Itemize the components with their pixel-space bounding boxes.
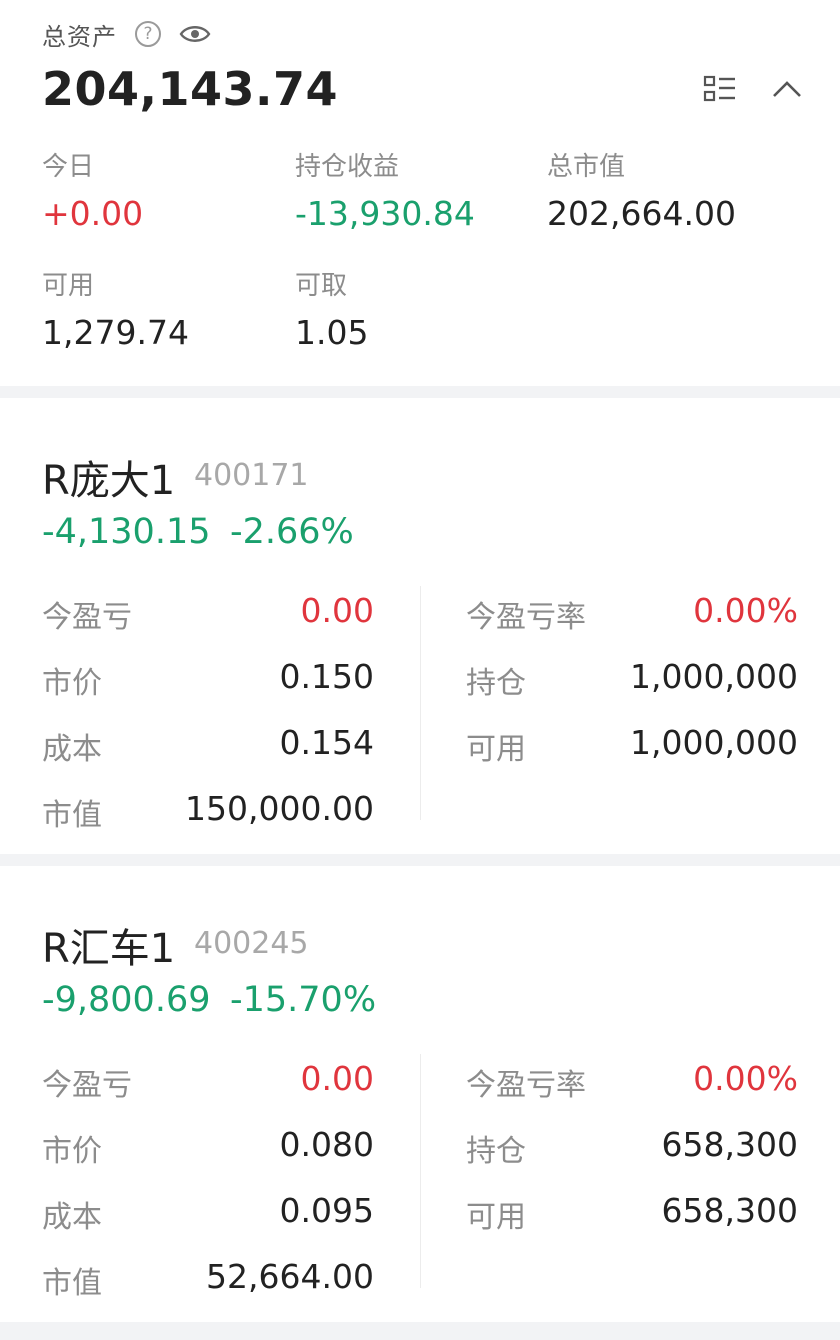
column-divider — [420, 1054, 421, 1288]
list-icon[interactable] — [703, 74, 737, 104]
stock-change: -9,800.69 — [42, 980, 211, 1020]
summary-header: 总资产 ? — [42, 16, 211, 52]
today-pnl-rate-value: 0.00% — [693, 591, 798, 630]
today-pnl-label: 今盈亏 — [42, 1068, 132, 1103]
today-pnl-label: 今盈亏 — [42, 600, 132, 635]
market-value-label: 总市值 — [547, 152, 626, 182]
position-value: 658,300 — [661, 1125, 798, 1164]
stock-change: -4,130.15 — [42, 512, 211, 552]
today-pnl-value: 0.00 — [300, 591, 374, 630]
metric-available: 可用 1,279.74 — [42, 269, 189, 355]
holding-card[interactable]: R汇车1 400245 -9,800.69 -15.70% 今盈亏 0.00 今… — [0, 866, 840, 1322]
eye-icon[interactable] — [179, 21, 211, 47]
market-value-value: 202,664.00 — [547, 194, 736, 233]
cost-value: 0.154 — [279, 723, 374, 762]
today-pnl-value: 0.00 — [300, 1059, 374, 1098]
total-assets-label: 总资产 — [42, 22, 117, 51]
stock-code: 400245 — [194, 926, 309, 961]
asset-summary-panel: 总资产 ? 204,143.74 今日 +0.00 持仓收益 -13,930.8… — [0, 0, 840, 386]
position-value: 1,000,000 — [630, 657, 798, 696]
today-value: +0.00 — [42, 194, 144, 233]
position-label: 持仓 — [466, 666, 526, 701]
metric-today: 今日 +0.00 — [42, 150, 143, 236]
metric-holding-pnl: 持仓收益 -13,930.84 — [295, 150, 475, 236]
today-pnl-rate-label: 今盈亏率 — [466, 600, 586, 635]
today-label: 今日 — [42, 152, 95, 182]
today-pnl-rate-label: 今盈亏率 — [466, 1068, 586, 1103]
metric-market-value: 总市值 202,664.00 — [547, 150, 736, 236]
available-shares-label: 可用 — [466, 732, 526, 767]
withdrawable-label: 可取 — [295, 271, 348, 301]
help-icon[interactable]: ? — [135, 21, 161, 47]
cost-label: 成本 — [42, 732, 102, 767]
price-label: 市价 — [42, 666, 102, 701]
stock-name: R汇车1 — [42, 926, 176, 972]
available-shares-value: 1,000,000 — [630, 723, 798, 762]
stock-code: 400171 — [194, 458, 309, 493]
market-value-row-value: 150,000.00 — [185, 789, 374, 828]
price-value: 0.080 — [279, 1125, 374, 1164]
available-value: 1,279.74 — [42, 313, 189, 352]
available-label: 可用 — [42, 271, 95, 301]
stock-change-pct: -15.70% — [230, 980, 377, 1020]
market-value-row-label: 市值 — [42, 798, 102, 833]
withdrawable-value: 1.05 — [295, 313, 369, 352]
holding-pnl-value: -13,930.84 — [295, 194, 475, 233]
total-assets-value: 204,143.74 — [42, 62, 339, 116]
cost-label: 成本 — [42, 1200, 102, 1235]
available-shares-label: 可用 — [466, 1200, 526, 1235]
today-pnl-rate-value: 0.00% — [693, 1059, 798, 1098]
column-divider — [420, 586, 421, 820]
price-value: 0.150 — [279, 657, 374, 696]
holding-pnl-label: 持仓收益 — [295, 152, 400, 182]
available-shares-value: 658,300 — [661, 1191, 798, 1230]
cost-value: 0.095 — [279, 1191, 374, 1230]
metric-withdrawable: 可取 1.05 — [295, 269, 368, 355]
market-value-row-label: 市值 — [42, 1266, 102, 1301]
stock-name: R庞大1 — [42, 458, 176, 504]
market-value-row-value: 52,664.00 — [206, 1257, 374, 1296]
stock-change-pct: -2.66% — [230, 512, 354, 552]
chevron-up-icon[interactable] — [770, 74, 804, 104]
holding-card[interactable]: R庞大1 400171 -4,130.15 -2.66% 今盈亏 0.00 今盈… — [0, 398, 840, 854]
price-label: 市价 — [42, 1134, 102, 1169]
position-label: 持仓 — [466, 1134, 526, 1169]
